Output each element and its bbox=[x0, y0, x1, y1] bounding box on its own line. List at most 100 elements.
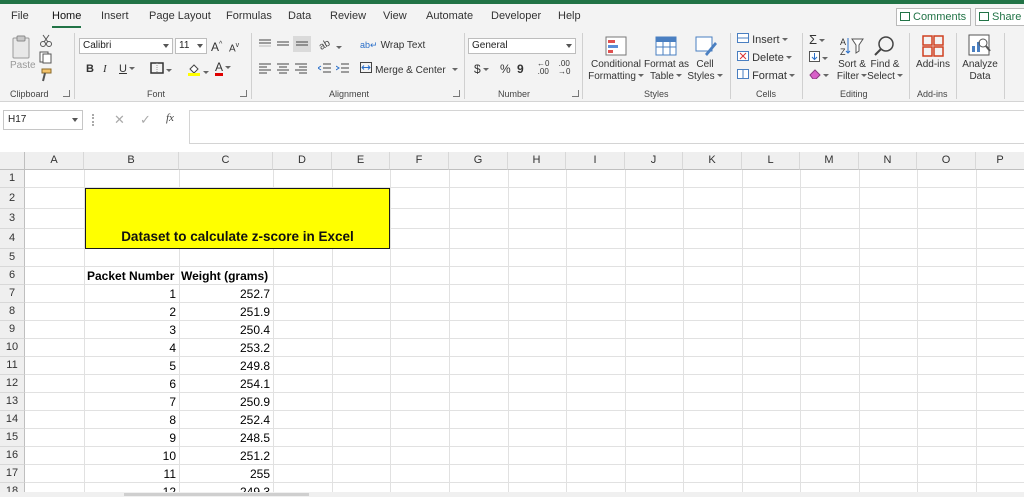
decrease-decimal-icon[interactable]: .00 →0 bbox=[558, 60, 570, 76]
name-box[interactable]: H17 bbox=[3, 110, 83, 130]
packet-number-cell[interactable]: 5 bbox=[84, 357, 176, 375]
insert-function-icon[interactable]: fx bbox=[166, 112, 174, 124]
column-header-j[interactable]: J bbox=[625, 152, 683, 170]
row-header-16[interactable]: 16 bbox=[0, 447, 25, 465]
tab-view[interactable]: View bbox=[383, 8, 407, 28]
currency-button[interactable]: $ bbox=[474, 62, 489, 76]
weight-cell[interactable]: 248.5 bbox=[179, 429, 270, 447]
format-as-table-button[interactable]: Format as Table bbox=[644, 59, 689, 83]
analyze-data-button[interactable]: Analyze Data bbox=[958, 59, 1002, 83]
align-top-icon[interactable] bbox=[258, 38, 272, 54]
weight-cell[interactable]: 255 bbox=[179, 465, 270, 483]
packet-number-cell[interactable]: 8 bbox=[84, 411, 176, 429]
number-dialog-launcher[interactable] bbox=[572, 90, 579, 97]
column-header-p[interactable]: P bbox=[976, 152, 1024, 170]
align-right-icon[interactable] bbox=[294, 62, 308, 78]
column-header-k[interactable]: K bbox=[683, 152, 742, 170]
align-left-icon[interactable] bbox=[258, 62, 272, 78]
align-middle-icon[interactable] bbox=[276, 38, 290, 54]
title-cell[interactable]: Dataset to calculate z-score in Excel bbox=[85, 188, 390, 249]
add-ins-button[interactable]: Add-ins bbox=[913, 59, 953, 70]
row-header-8[interactable]: 8 bbox=[0, 303, 25, 321]
tab-review[interactable]: Review bbox=[330, 8, 366, 28]
weight-cell[interactable]: 252.4 bbox=[179, 411, 270, 429]
header-weight[interactable]: Weight (grams) bbox=[181, 267, 268, 285]
packet-number-cell[interactable]: 6 bbox=[84, 375, 176, 393]
row-header-14[interactable]: 14 bbox=[0, 411, 25, 429]
format-painter-icon[interactable] bbox=[39, 68, 53, 86]
paste-icon[interactable] bbox=[11, 35, 33, 62]
find-select-button[interactable]: Find & Select bbox=[865, 59, 905, 83]
column-header-d[interactable]: D bbox=[273, 152, 332, 170]
share-button[interactable]: Share bbox=[975, 8, 1024, 26]
font-name-select[interactable]: Calibri bbox=[79, 38, 173, 54]
packet-number-cell[interactable]: 4 bbox=[84, 339, 176, 357]
row-header-11[interactable]: 11 bbox=[0, 357, 25, 375]
packet-number-cell[interactable]: 1 bbox=[84, 285, 176, 303]
formula-bar-splitter[interactable] bbox=[92, 114, 94, 126]
weight-cell[interactable]: 253.2 bbox=[179, 339, 270, 357]
tab-automate[interactable]: Automate bbox=[426, 8, 473, 28]
scrollbar-thumb[interactable] bbox=[124, 493, 309, 496]
weight-cell[interactable]: 254.1 bbox=[179, 375, 270, 393]
grow-font-button[interactable]: A^ bbox=[211, 38, 222, 54]
cell-styles-button[interactable]: Cell Styles bbox=[687, 59, 723, 83]
cut-icon[interactable] bbox=[39, 34, 53, 52]
column-header-e[interactable]: E bbox=[332, 152, 390, 170]
packet-number-cell[interactable]: 3 bbox=[84, 321, 176, 339]
packet-number-cell[interactable]: 7 bbox=[84, 393, 176, 411]
row-header-13[interactable]: 13 bbox=[0, 393, 25, 411]
orientation-icon[interactable]: ab bbox=[317, 37, 342, 55]
horizontal-scrollbar[interactable] bbox=[0, 492, 1024, 497]
tab-page-layout[interactable]: Page Layout bbox=[149, 8, 211, 28]
add-ins-icon[interactable] bbox=[922, 35, 944, 60]
weight-cell[interactable]: 252.7 bbox=[179, 285, 270, 303]
row-header-6[interactable]: 6 bbox=[0, 267, 25, 285]
column-header-o[interactable]: O bbox=[917, 152, 976, 170]
row-header-9[interactable]: 9 bbox=[0, 321, 25, 339]
wrap-text-button[interactable]: ab↵ Wrap Text bbox=[360, 38, 425, 53]
number-format-select[interactable]: General bbox=[468, 38, 576, 54]
row-header-5[interactable]: 5 bbox=[0, 249, 25, 267]
underline-button[interactable]: U bbox=[119, 62, 135, 76]
packet-number-cell[interactable]: 9 bbox=[84, 429, 176, 447]
search-icon[interactable] bbox=[873, 35, 895, 60]
column-header-m[interactable]: M bbox=[800, 152, 859, 170]
sort-filter-icon[interactable]: AZ bbox=[840, 36, 864, 59]
copy-icon[interactable] bbox=[39, 51, 55, 68]
weight-cell[interactable]: 251.9 bbox=[179, 303, 270, 321]
cancel-icon[interactable]: ✕ bbox=[114, 112, 125, 128]
column-header-f[interactable]: F bbox=[390, 152, 449, 170]
autosum-button[interactable]: Σ bbox=[809, 33, 826, 47]
enter-check-icon[interactable]: ✓ bbox=[140, 112, 151, 128]
header-packet-number[interactable]: Packet Number bbox=[87, 267, 174, 285]
weight-cell[interactable]: 251.2 bbox=[179, 447, 270, 465]
font-size-select[interactable]: 11 bbox=[175, 38, 207, 54]
formula-input[interactable] bbox=[189, 110, 1024, 144]
tab-file[interactable]: File bbox=[11, 8, 29, 28]
conditional-formatting-button[interactable]: Conditional Formatting bbox=[588, 59, 644, 83]
align-bottom-icon[interactable] bbox=[293, 36, 311, 52]
alignment-dialog-launcher[interactable] bbox=[453, 90, 460, 97]
tab-home[interactable]: Home bbox=[52, 8, 82, 28]
insert-cells-button[interactable]: Insert bbox=[737, 33, 788, 47]
percent-button[interactable]: % bbox=[500, 62, 511, 76]
tab-insert[interactable]: Insert bbox=[101, 8, 129, 28]
column-header-a[interactable]: A bbox=[25, 152, 84, 170]
select-all-corner[interactable] bbox=[0, 152, 25, 170]
packet-number-cell[interactable]: 10 bbox=[84, 447, 176, 465]
increase-indent-icon[interactable] bbox=[335, 62, 350, 78]
weight-cell[interactable]: 249.8 bbox=[179, 357, 270, 375]
delete-cells-button[interactable]: Delete bbox=[737, 51, 792, 65]
row-header-17[interactable]: 17 bbox=[0, 465, 25, 483]
column-header-b[interactable]: B bbox=[84, 152, 179, 170]
shrink-font-button[interactable]: Av bbox=[229, 39, 239, 56]
packet-number-cell[interactable]: 2 bbox=[84, 303, 176, 321]
column-header-h[interactable]: H bbox=[508, 152, 566, 170]
column-header-c[interactable]: C bbox=[179, 152, 273, 170]
font-color-button[interactable]: A bbox=[215, 61, 232, 76]
row-header-15[interactable]: 15 bbox=[0, 429, 25, 447]
tab-help[interactable]: Help bbox=[558, 8, 581, 28]
increase-decimal-icon[interactable]: ←0.00 bbox=[537, 60, 549, 76]
column-header-l[interactable]: L bbox=[742, 152, 800, 170]
